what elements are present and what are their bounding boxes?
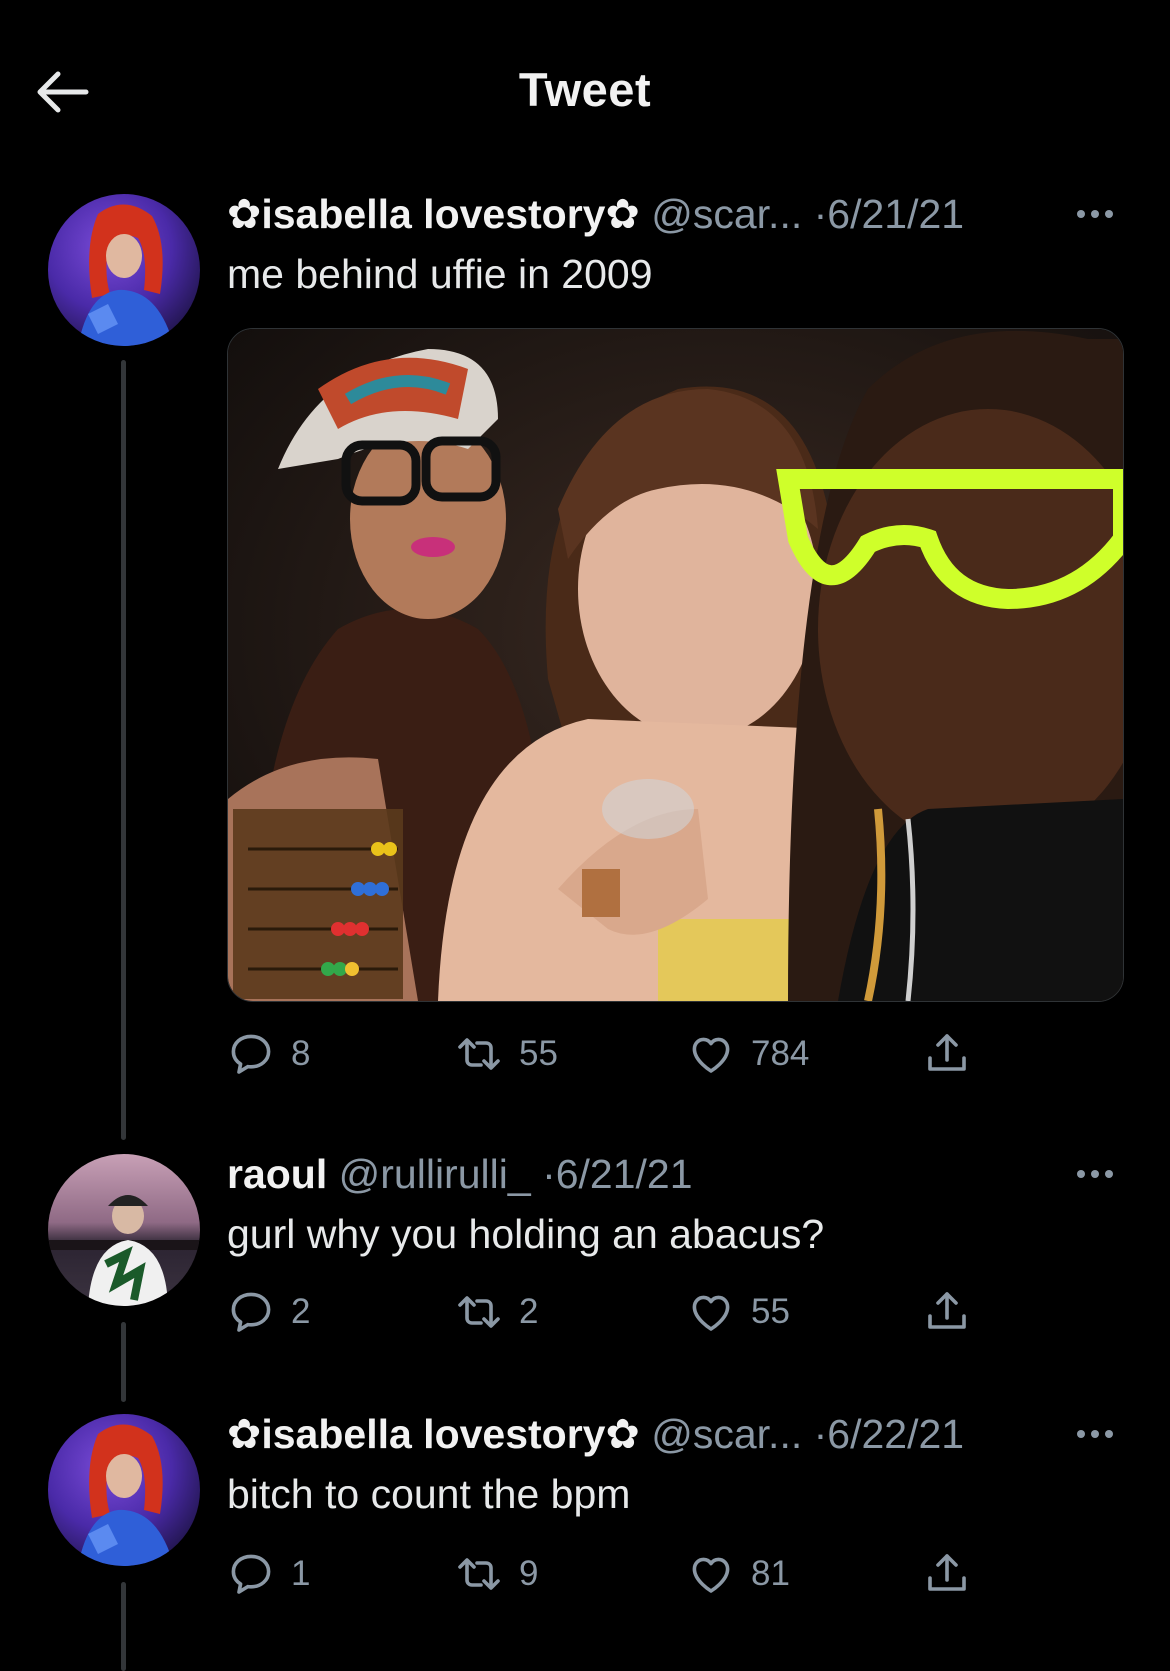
share-icon xyxy=(923,1288,971,1336)
share-button[interactable] xyxy=(923,1282,971,1342)
reply-button[interactable]: 2 xyxy=(227,1282,310,1342)
tweet-date[interactable]: 6/21/21 xyxy=(556,1151,693,1197)
tweet-text: me behind uffie in 2009 xyxy=(227,251,653,297)
thread-line xyxy=(121,360,126,1140)
reply-icon xyxy=(227,1288,275,1336)
heart-icon xyxy=(687,1288,735,1336)
reply-count: 2 xyxy=(291,1292,311,1331)
tweet-actions: 1 9 81 xyxy=(227,1544,1007,1604)
retweet-icon xyxy=(455,1030,503,1078)
reply-button[interactable]: 1 xyxy=(227,1544,310,1604)
avatar[interactable] xyxy=(48,1154,200,1306)
reply-button[interactable]: 8 xyxy=(227,1024,310,1084)
more-options-button[interactable] xyxy=(1070,194,1120,234)
separator-dot: · xyxy=(813,191,828,237)
tweet-text: bitch to count the bpm xyxy=(227,1471,631,1517)
retweet-icon xyxy=(455,1288,503,1336)
user-handle[interactable]: @scar... xyxy=(651,1411,802,1457)
more-dots-icon xyxy=(1077,1170,1085,1178)
user-handle[interactable]: @rullirulli_ xyxy=(339,1151,531,1197)
heart-icon xyxy=(687,1030,735,1078)
thread-line xyxy=(121,1582,126,1671)
like-count: 81 xyxy=(751,1554,790,1593)
more-dots-icon xyxy=(1077,1430,1085,1438)
heart-icon xyxy=(687,1550,735,1598)
share-button[interactable] xyxy=(923,1024,971,1084)
retweet-count: 2 xyxy=(519,1292,539,1331)
share-button[interactable] xyxy=(923,1544,971,1604)
like-count: 55 xyxy=(751,1292,790,1331)
retweet-count: 55 xyxy=(519,1034,558,1073)
retweet-button[interactable]: 2 xyxy=(455,1282,538,1342)
like-button[interactable]: 81 xyxy=(687,1544,790,1604)
more-options-button[interactable] xyxy=(1070,1414,1120,1454)
more-dots-icon xyxy=(1077,210,1085,218)
reply-icon xyxy=(227,1550,275,1598)
tweet-date[interactable]: 6/22/21 xyxy=(827,1411,964,1457)
thread-line xyxy=(121,1322,126,1402)
tweet-date[interactable]: 6/21/21 xyxy=(827,191,964,237)
retweet-button[interactable]: 55 xyxy=(455,1024,558,1084)
separator-dot: · xyxy=(813,1411,828,1457)
more-options-button[interactable] xyxy=(1070,1154,1120,1194)
display-name[interactable]: ✿isabella lovestory✿ xyxy=(227,191,640,237)
tweet-header: ✿isabella lovestory✿ @scar... ·6/22/21 xyxy=(227,1404,964,1464)
tweet-text: gurl why you holding an abacus? xyxy=(227,1211,825,1257)
separator-dot: · xyxy=(542,1151,556,1197)
avatar[interactable] xyxy=(48,1414,200,1566)
retweet-count: 9 xyxy=(519,1554,539,1593)
retweet-button[interactable]: 9 xyxy=(455,1544,538,1604)
user-handle[interactable]: @scar... xyxy=(651,191,802,237)
tweet-actions: 2 2 55 xyxy=(227,1282,1007,1342)
page-title: Tweet xyxy=(518,63,652,116)
share-icon xyxy=(923,1030,971,1078)
tweet-header: ✿isabella lovestory✿ @scar... ·6/21/21 xyxy=(227,184,964,244)
avatar[interactable] xyxy=(48,194,200,346)
tweet-actions: 8 55 784 xyxy=(227,1024,1007,1084)
tweet-header: raoul @rullirulli_ ·6/21/21 xyxy=(227,1144,693,1204)
reply-icon xyxy=(227,1030,275,1078)
retweet-icon xyxy=(455,1550,503,1598)
share-icon xyxy=(923,1550,971,1598)
reply-count: 8 xyxy=(291,1034,311,1073)
like-count: 784 xyxy=(751,1034,810,1073)
top-bar: Tweet xyxy=(0,0,1170,160)
display-name[interactable]: ✿isabella lovestory✿ xyxy=(227,1411,640,1457)
display-name[interactable]: raoul xyxy=(227,1151,327,1197)
like-button[interactable]: 55 xyxy=(687,1282,790,1342)
photo-image xyxy=(228,329,1123,1001)
reply-count: 1 xyxy=(291,1554,311,1593)
tweet-photo[interactable] xyxy=(227,328,1124,1002)
like-button[interactable]: 784 xyxy=(687,1024,809,1084)
